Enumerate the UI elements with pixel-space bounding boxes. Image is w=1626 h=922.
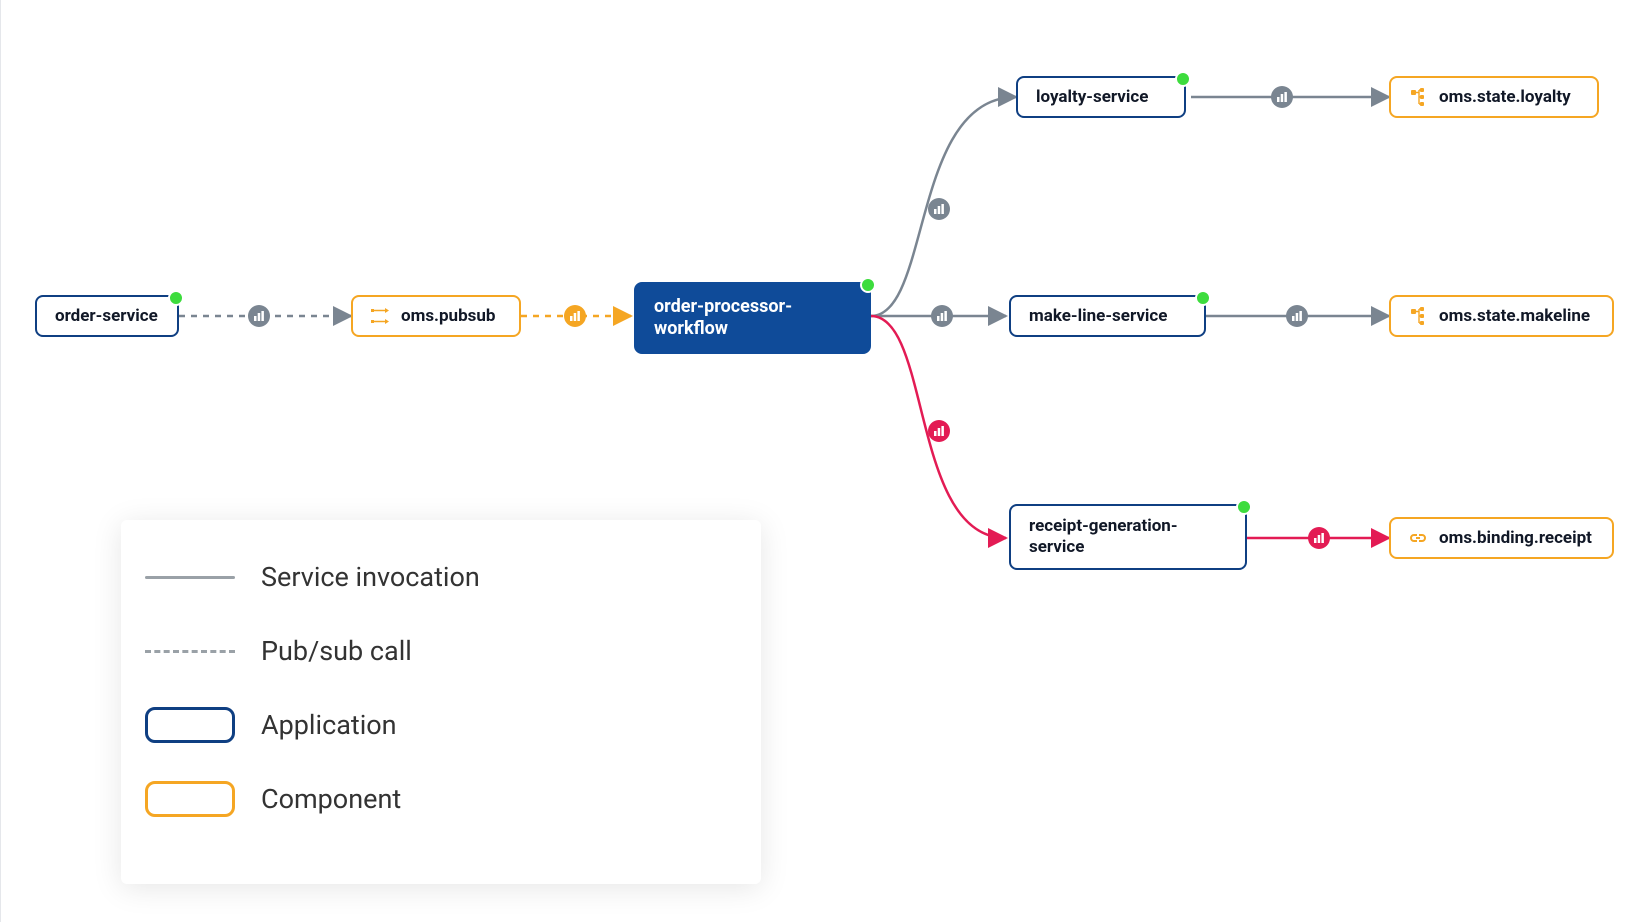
status-dot-icon <box>860 277 876 293</box>
metric-icon[interactable] <box>1286 305 1308 327</box>
node-label: make-line-service <box>1029 306 1167 326</box>
metric-icon[interactable] <box>928 198 950 220</box>
node-oms-binding-receipt[interactable]: oms.binding.receipt <box>1389 517 1614 559</box>
state-icon <box>1409 307 1427 325</box>
node-label: oms.state.makeline <box>1439 306 1590 326</box>
node-label: oms.state.loyalty <box>1439 87 1571 107</box>
status-dot-icon <box>1236 499 1252 515</box>
metric-icon[interactable] <box>1308 527 1330 549</box>
node-order-service[interactable]: order-service <box>35 295 179 337</box>
status-dot-icon <box>168 290 184 306</box>
app-swatch-icon <box>145 707 235 743</box>
node-make-line-service[interactable]: make-line-service <box>1009 295 1206 337</box>
state-icon <box>1409 88 1427 106</box>
solid-line-icon <box>145 576 235 579</box>
comp-swatch-icon <box>145 781 235 817</box>
node-label: receipt-generation-service <box>1029 516 1227 559</box>
metric-icon[interactable] <box>928 420 950 442</box>
status-dot-icon <box>1195 290 1211 306</box>
metric-icon[interactable] <box>248 305 270 327</box>
node-oms-state-makeline[interactable]: oms.state.makeline <box>1389 295 1614 337</box>
legend-row-service-invocation: Service invocation <box>145 540 737 614</box>
node-label: oms.pubsub <box>401 306 495 326</box>
legend-panel: Service invocation Pub/sub call Applicat… <box>121 520 761 884</box>
legend-label: Pub/sub call <box>261 635 412 667</box>
node-loyalty-service[interactable]: loyalty-service <box>1016 76 1186 118</box>
dashed-line-icon <box>145 650 235 653</box>
metric-icon[interactable] <box>1271 86 1293 108</box>
node-label: order-processor-workflow <box>654 296 851 341</box>
node-oms-state-loyalty[interactable]: oms.state.loyalty <box>1389 76 1599 118</box>
legend-row-component: Component <box>145 762 737 836</box>
legend-label: Service invocation <box>261 561 480 593</box>
node-oms-pubsub[interactable]: oms.pubsub <box>351 295 521 337</box>
metric-icon[interactable] <box>931 305 953 327</box>
legend-row-application: Application <box>145 688 737 762</box>
diagram-canvas: order-service oms.pubsub order-processor… <box>0 0 1626 922</box>
node-label: oms.binding.receipt <box>1439 528 1592 548</box>
status-dot-icon <box>1175 71 1191 87</box>
legend-row-pubsub: Pub/sub call <box>145 614 737 688</box>
node-label: loyalty-service <box>1036 87 1148 107</box>
legend-label: Application <box>261 709 397 741</box>
node-order-processor-workflow[interactable]: order-processor-workflow <box>634 282 871 354</box>
node-label: order-service <box>55 306 158 326</box>
node-receipt-generation-service[interactable]: receipt-generation-service <box>1009 504 1247 570</box>
metric-icon[interactable] <box>564 305 586 327</box>
link-icon <box>1409 529 1427 547</box>
legend-label: Component <box>261 783 401 815</box>
pubsub-icon <box>371 307 389 325</box>
